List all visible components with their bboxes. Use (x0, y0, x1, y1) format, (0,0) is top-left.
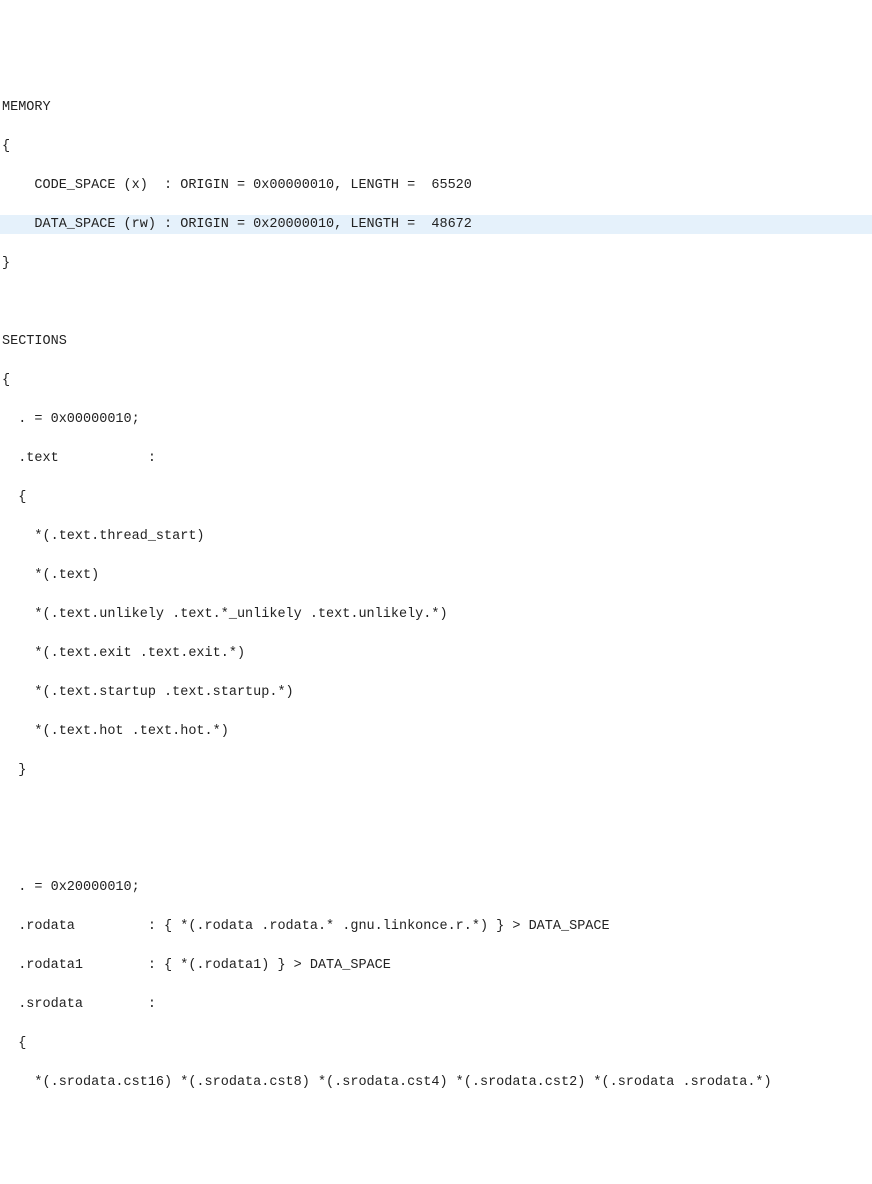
code-line: .rodata : { *(.rodata .rodata.* .gnu.lin… (0, 917, 872, 937)
code-line: *(.text.unlikely .text.*_unlikely .text.… (0, 605, 872, 625)
code-line: .srodata : (0, 995, 872, 1015)
code-line: *(.text.hot .text.hot.*) (0, 722, 872, 742)
code-line: *(.srodata.cst16) *(.srodata.cst8) *(.sr… (0, 1073, 872, 1093)
code-line: { (0, 1034, 872, 1054)
code-line: *(.text.exit .text.exit.*) (0, 644, 872, 664)
code-line: .text : (0, 449, 872, 469)
code-line: { (0, 137, 872, 157)
code-line: *(.text.thread_start) (0, 527, 872, 547)
code-line: . = 0x20000010; (0, 878, 872, 898)
code-line: *(.text) (0, 566, 872, 586)
code-line: } (0, 254, 872, 274)
code-line: *(.text.startup .text.startup.*) (0, 683, 872, 703)
code-line: MEMORY (0, 98, 872, 118)
code-line: { (0, 371, 872, 391)
code-line: CODE_SPACE (x) : ORIGIN = 0x00000010, LE… (0, 176, 872, 196)
code-line: { (0, 488, 872, 508)
code-line: .rodata1 : { *(.rodata1) } > DATA_SPACE (0, 956, 872, 976)
code-line: . = 0x00000010; (0, 410, 872, 430)
code-line: } (0, 761, 872, 781)
code-line-highlighted: DATA_SPACE (rw) : ORIGIN = 0x20000010, L… (0, 215, 872, 235)
linker-script-code: MEMORY { CODE_SPACE (x) : ORIGIN = 0x000… (0, 78, 872, 1112)
code-line: SECTIONS (0, 332, 872, 352)
